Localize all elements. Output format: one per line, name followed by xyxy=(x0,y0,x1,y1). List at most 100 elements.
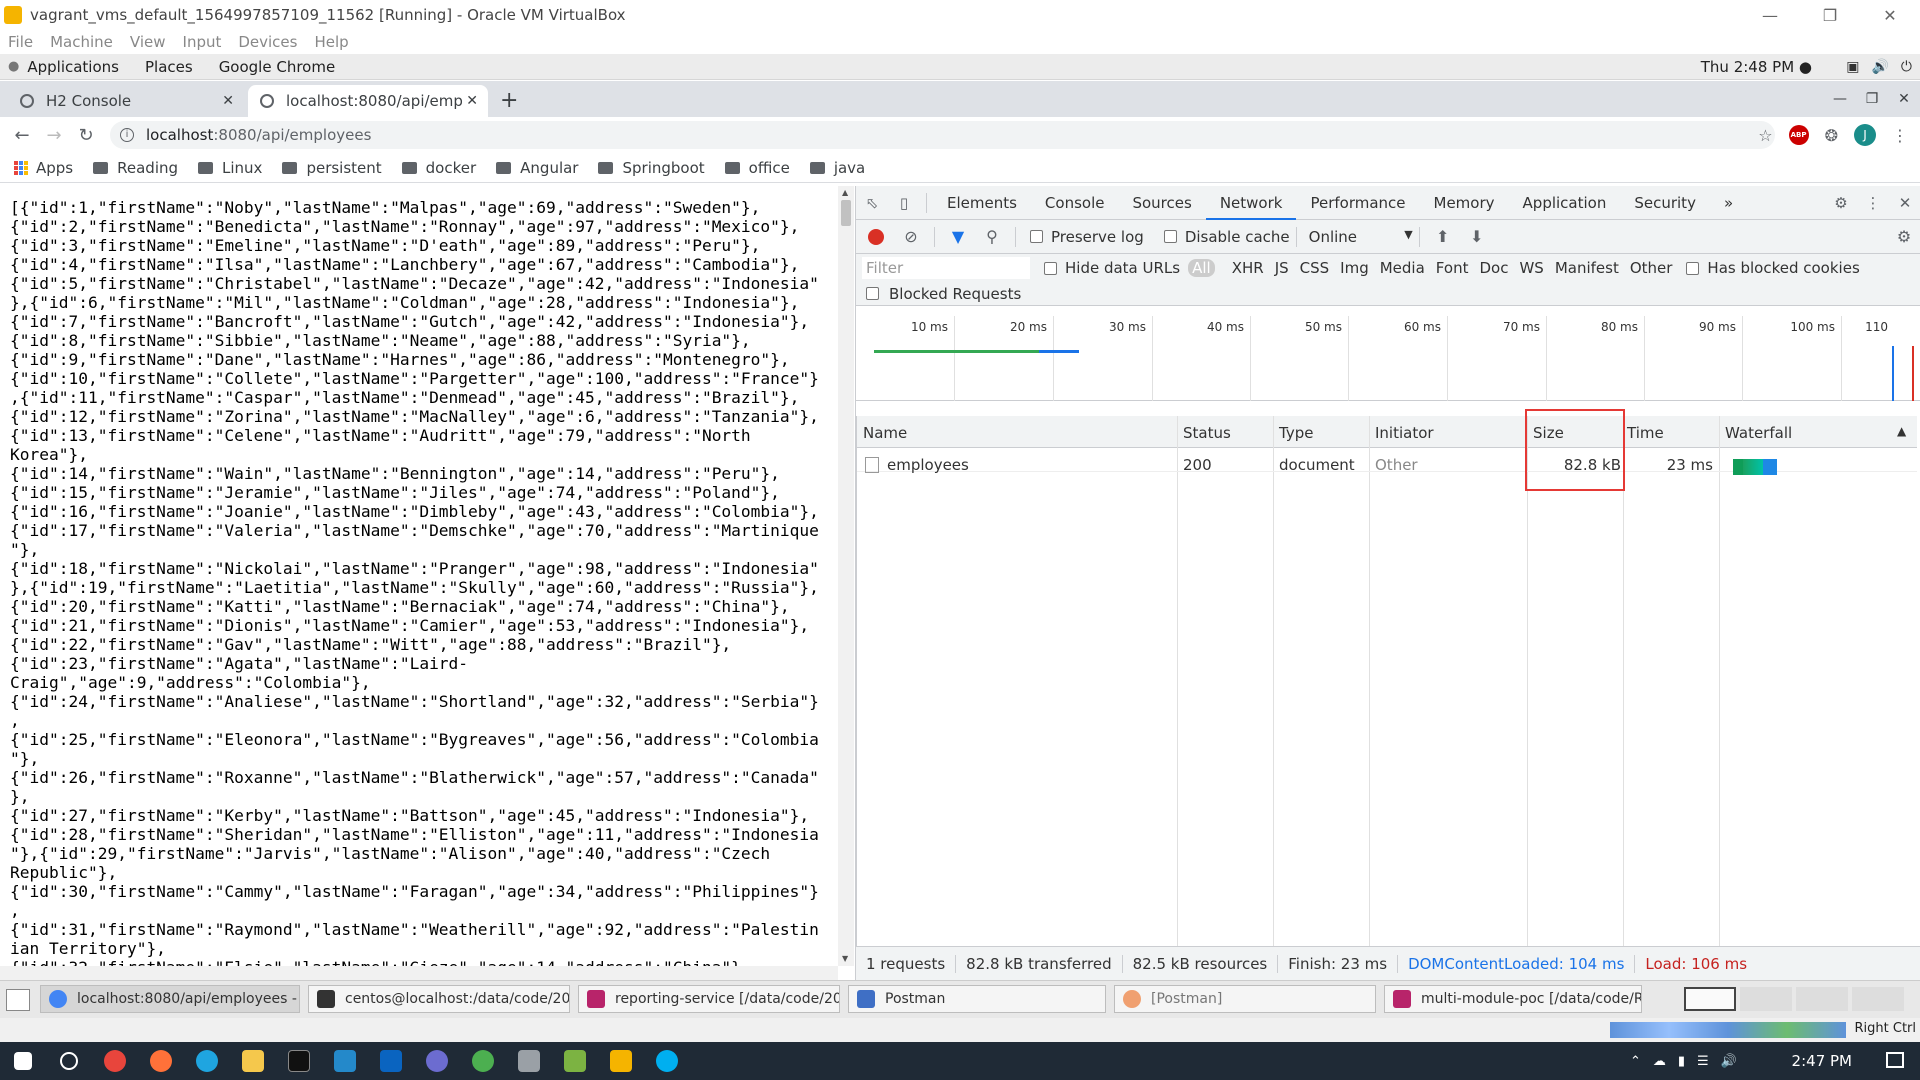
close-button[interactable]: ✕ xyxy=(1860,0,1920,30)
filter-font[interactable]: Font xyxy=(1436,259,1469,277)
tab-memory[interactable]: Memory xyxy=(1420,186,1509,220)
firefox-icon[interactable] xyxy=(138,1042,184,1080)
app-icon[interactable] xyxy=(414,1042,460,1080)
tab-sources[interactable]: Sources xyxy=(1118,186,1205,220)
task-postman[interactable]: Postman xyxy=(848,985,1106,1013)
notification-icon[interactable] xyxy=(1886,1052,1904,1068)
active-app-menu[interactable]: Google Chrome xyxy=(219,58,336,76)
workspace-2[interactable] xyxy=(1740,987,1792,1011)
filter-other[interactable]: Other xyxy=(1630,259,1673,277)
inspect-element-icon[interactable]: ⬁ xyxy=(856,186,888,220)
has-blocked-cookies-checkbox[interactable]: Has blocked cookies xyxy=(1686,259,1860,277)
disable-cache-checkbox[interactable]: Disable cache xyxy=(1163,228,1290,246)
checkbox-box[interactable] xyxy=(1163,230,1177,243)
request-name[interactable]: employees xyxy=(887,456,969,474)
profile-avatar[interactable]: J xyxy=(1854,124,1876,146)
scroll-thumb[interactable] xyxy=(841,200,851,226)
outlook-icon[interactable] xyxy=(368,1042,414,1080)
menu-input[interactable]: Input xyxy=(183,33,222,51)
tab-performance[interactable]: Performance xyxy=(1296,186,1419,220)
new-tab-button[interactable]: + xyxy=(500,88,518,113)
close-tab-icon[interactable]: ✕ xyxy=(466,93,478,109)
search-icon[interactable]: ⚲ xyxy=(975,227,1009,246)
filter-all[interactable]: All xyxy=(1188,259,1215,277)
record-icon[interactable] xyxy=(868,228,884,245)
page-horizontal-scrollbar[interactable] xyxy=(0,966,838,980)
tab-console[interactable]: Console xyxy=(1031,186,1119,220)
minimize-button[interactable]: — xyxy=(1740,0,1800,30)
reload-icon[interactable]: ↻ xyxy=(70,125,102,146)
network-settings-icon[interactable]: ⚙ xyxy=(1887,227,1920,246)
task-intellij-reporting[interactable]: reporting-service [/data/code/2020/... xyxy=(578,985,840,1013)
task-postman-2[interactable]: [Postman] xyxy=(1114,985,1376,1013)
filter-doc[interactable]: Doc xyxy=(1479,259,1508,277)
restore-button[interactable]: ❐ xyxy=(1800,0,1860,30)
filter-media[interactable]: Media xyxy=(1380,259,1425,277)
hide-data-urls-checkbox[interactable]: Hide data URLs xyxy=(1044,259,1180,277)
app-icon[interactable] xyxy=(552,1042,598,1080)
filter-css[interactable]: CSS xyxy=(1300,259,1330,277)
tray-icons[interactable]: ⌃☁▮☰🔊 xyxy=(1630,1054,1810,1069)
filter-manifest[interactable]: Manifest xyxy=(1555,259,1619,277)
app-icon[interactable] xyxy=(506,1042,552,1080)
preserve-log-checkbox[interactable]: Preserve log xyxy=(1030,228,1144,246)
checkbox-box[interactable] xyxy=(1686,261,1700,275)
scroll-down-icon[interactable]: ▼ xyxy=(842,954,848,963)
export-har-icon[interactable]: ⬇ xyxy=(1460,227,1494,246)
bookmark-angular[interactable]: Angular xyxy=(496,159,578,177)
workspace-4[interactable] xyxy=(1852,987,1904,1011)
bookmark-springboot[interactable]: Springboot xyxy=(598,159,705,177)
filter-icon[interactable]: ▼ xyxy=(941,227,975,246)
clear-icon[interactable]: ⊘ xyxy=(894,227,928,246)
more-tabs-button[interactable]: » xyxy=(1710,186,1747,220)
blocked-requests-checkbox[interactable]: Blocked Requests xyxy=(866,285,1021,303)
tab-h2-console[interactable]: H2 Console ✕ xyxy=(8,85,244,117)
col-waterfall[interactable]: Waterfall xyxy=(1725,424,1792,442)
edge-icon[interactable] xyxy=(184,1042,230,1080)
menu-machine[interactable]: Machine xyxy=(50,33,113,51)
network-icon[interactable]: ▣ xyxy=(1846,59,1859,75)
menu-help[interactable]: Help xyxy=(314,33,348,51)
col-name[interactable]: Name xyxy=(863,424,907,442)
show-desktop-icon[interactable] xyxy=(6,989,30,1011)
col-initiator[interactable]: Initiator xyxy=(1375,424,1434,442)
close-tab-icon[interactable]: ✕ xyxy=(222,93,234,109)
task-chrome[interactable]: localhost:8080/api/employees - Go... xyxy=(40,985,300,1013)
sort-up-icon[interactable]: ▲ xyxy=(1897,424,1906,438)
close-icon[interactable]: ✕ xyxy=(1888,91,1920,107)
bookmark-docker[interactable]: docker xyxy=(401,159,476,177)
app-icon[interactable] xyxy=(460,1042,506,1080)
import-har-icon[interactable]: ⬆ xyxy=(1426,227,1460,246)
skype-icon[interactable] xyxy=(644,1042,690,1080)
minimize-icon[interactable]: — xyxy=(1824,91,1856,107)
bookmark-office[interactable]: office xyxy=(724,159,790,177)
tab-network[interactable]: Network xyxy=(1205,186,1297,220)
checkbox-box[interactable] xyxy=(866,287,879,300)
page-vertical-scrollbar[interactable]: ▲ ▼ xyxy=(838,186,854,966)
forward-icon[interactable]: → xyxy=(38,125,70,146)
chrome-icon[interactable] xyxy=(92,1042,138,1080)
adblock-icon[interactable]: ABP xyxy=(1788,125,1809,145)
menu-file[interactable]: File xyxy=(8,33,33,51)
file-explorer-icon[interactable] xyxy=(230,1042,276,1080)
workspace-1[interactable] xyxy=(1684,987,1736,1011)
tab-security[interactable]: Security xyxy=(1620,186,1710,220)
settings-gear-icon[interactable]: ⚙ xyxy=(1825,186,1857,220)
windows-clock[interactable]: 2:47 PM xyxy=(1792,1052,1852,1070)
scroll-up-icon[interactable]: ▲ xyxy=(842,188,848,197)
network-overview-timeline[interactable]: 10 ms 20 ms 30 ms 40 ms 50 ms 60 ms 70 m… xyxy=(856,316,1920,401)
vbox-status-icons[interactable] xyxy=(1610,1022,1846,1038)
throttling-select[interactable]: Online ▼ xyxy=(1309,228,1413,246)
bookmark-linux[interactable]: Linux xyxy=(198,159,262,177)
device-toolbar-icon[interactable]: ▯ xyxy=(888,186,920,220)
bookmark-apps[interactable]: Apps xyxy=(14,159,73,177)
vscode-icon[interactable] xyxy=(322,1042,368,1080)
address-bar[interactable]: i localhost:8080/api/employees xyxy=(110,121,1775,149)
tab-application[interactable]: Application xyxy=(1509,186,1621,220)
terminal-icon[interactable] xyxy=(276,1042,322,1080)
restore-icon[interactable]: ❐ xyxy=(1856,91,1888,107)
menu-devices[interactable]: Devices xyxy=(238,33,297,51)
checkbox-box[interactable] xyxy=(1030,230,1043,243)
gnome-clock[interactable]: Thu 2:48 PM ● xyxy=(1701,58,1812,76)
power-icon[interactable]: ⏻ xyxy=(1901,59,1912,75)
